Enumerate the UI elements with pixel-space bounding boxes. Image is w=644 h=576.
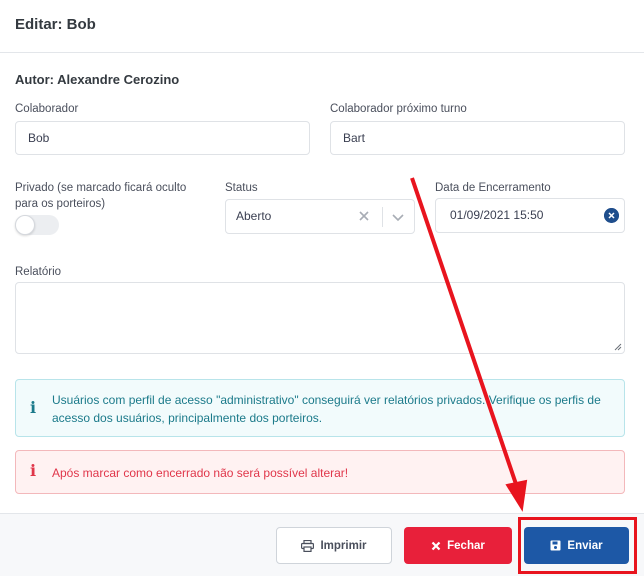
privado-toggle[interactable] (15, 215, 59, 235)
x-icon (431, 541, 441, 550)
colaborador-field[interactable]: Bob (15, 121, 310, 155)
proximo-turno-field[interactable]: Bart (330, 121, 625, 155)
chevron-down-icon[interactable] (390, 209, 406, 225)
author-label: Autor: Alexandre Cerozino (15, 72, 180, 87)
clear-icon[interactable] (356, 208, 372, 224)
colaborador-label: Colaborador (15, 103, 79, 115)
status-value: Aberto (236, 209, 272, 223)
modal-header: Editar: Bob (0, 0, 644, 53)
danger-alert: i Após marcar como encerrado não será po… (15, 450, 625, 494)
print-button[interactable]: Imprimir (276, 527, 392, 564)
encerramento-field[interactable]: 01/09/2021 15:50 (435, 198, 625, 233)
privado-label: Privado (se marcado ficará oculto para o… (15, 182, 187, 210)
modal-title: Editar: Bob (15, 16, 96, 33)
info-icon: i (30, 398, 37, 417)
proximo-turno-label: Colaborador próximo turno (330, 103, 467, 115)
info-alert: i Usuários com perfil de acesso "adminis… (15, 379, 625, 437)
status-label: Status (225, 182, 258, 194)
printer-icon (301, 539, 315, 552)
print-button-label: Imprimir (320, 539, 367, 552)
danger-alert-text: Após marcar como encerrado não será poss… (52, 466, 349, 480)
status-select[interactable]: Aberto (225, 199, 415, 234)
select-separator (382, 207, 383, 227)
annotation-highlight-box (518, 517, 637, 574)
encerramento-value: 01/09/2021 15:50 (450, 208, 544, 222)
exclamation-icon: i (30, 461, 37, 480)
resize-handle-icon[interactable] (612, 341, 622, 351)
encerramento-label: Data de Encerramento (435, 182, 551, 194)
toggle-knob (15, 215, 35, 235)
info-alert-text: Usuários com perfil de acesso "administr… (52, 393, 601, 425)
clear-date-icon[interactable] (604, 208, 619, 223)
close-button[interactable]: Fechar (404, 527, 512, 564)
relatorio-label: Relatório (15, 266, 62, 278)
relatorio-textarea[interactable] (15, 282, 625, 354)
close-button-label: Fechar (447, 539, 485, 552)
